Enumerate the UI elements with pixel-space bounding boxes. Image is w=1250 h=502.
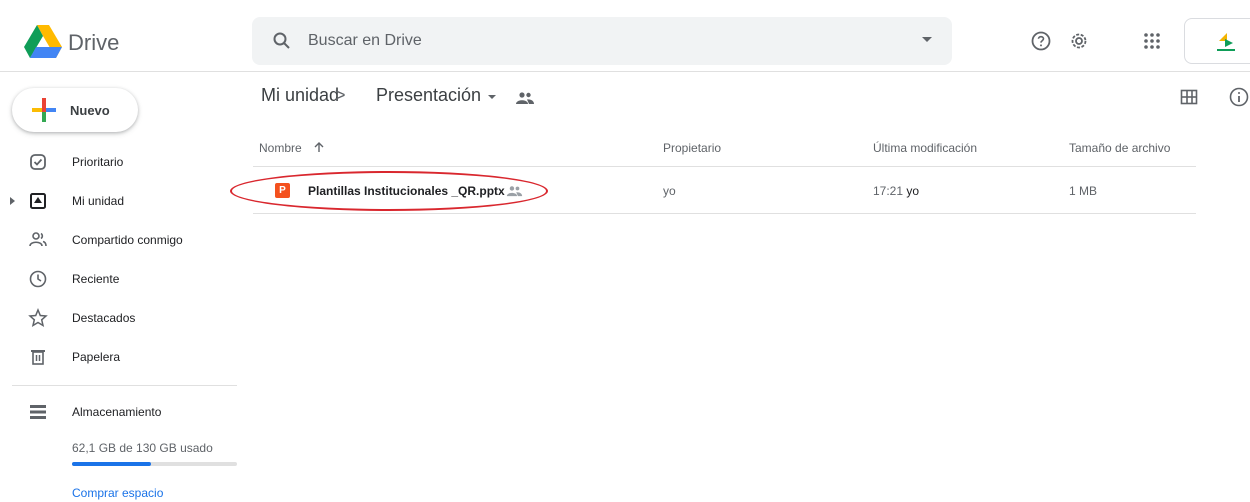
star-icon [28, 308, 48, 328]
sort-arrow-up-icon[interactable] [313, 141, 325, 153]
check-circle-icon [30, 154, 46, 170]
shared-folder-icon [516, 92, 534, 104]
sidebar-item-almacenamiento[interactable]: Almacenamiento [0, 396, 240, 428]
row-divider [253, 213, 1196, 214]
breadcrumb-current[interactable]: Presentación [376, 85, 481, 106]
settings-icon[interactable] [1068, 30, 1090, 52]
file-modified-by: yo [906, 184, 920, 198]
expand-arrow-icon[interactable] [10, 197, 15, 205]
breadcrumb-separator: > [335, 85, 346, 105]
file-size: 1 MB [1069, 184, 1098, 198]
search-box[interactable]: Buscar en Drive [252, 17, 952, 65]
help-icon[interactable] [1030, 30, 1052, 52]
sidebar-item-label: Destacados [72, 311, 136, 325]
organization-logo-icon [1217, 33, 1235, 51]
new-button[interactable]: Nuevo [12, 88, 138, 132]
file-modified: 17:21 yo [873, 184, 919, 198]
column-header-name[interactable]: Nombre [259, 141, 325, 155]
account-button[interactable] [1184, 18, 1250, 64]
column-header-name-label: Nombre [259, 141, 302, 155]
folder-menu-caret-icon[interactable] [488, 95, 496, 99]
column-header-owner[interactable]: Propietario [663, 141, 721, 155]
sidebar-item-label: Almacenamiento [72, 405, 162, 419]
column-header-modified[interactable]: Última modificación [873, 141, 977, 155]
breadcrumb-root[interactable]: Mi unidad [261, 85, 339, 106]
storage-icon [30, 405, 46, 419]
sidebar-item-label: Prioritario [72, 155, 124, 169]
top-bar: Drive Buscar en Drive [0, 0, 1250, 72]
search-input[interactable]: Buscar en Drive [308, 32, 422, 50]
drive-logo-icon[interactable] [24, 25, 62, 59]
storage-progress-bar [72, 462, 237, 466]
search-icon[interactable] [272, 31, 292, 51]
new-button-label: Nuevo [70, 103, 110, 118]
apps-icon[interactable] [1141, 30, 1163, 52]
info-icon[interactable] [1228, 86, 1250, 108]
buy-storage-link[interactable]: Comprar espacio [72, 486, 163, 500]
plus-icon [32, 98, 56, 122]
sidebar-item-compartido[interactable]: Compartido conmigo [0, 224, 240, 256]
brand-name[interactable]: Drive [68, 30, 119, 56]
search-options-icon[interactable] [922, 37, 932, 42]
grid-view-icon[interactable] [1180, 88, 1198, 106]
sidebar-divider [12, 385, 237, 386]
trash-icon [31, 350, 45, 365]
file-modified-time: 17:21 [873, 184, 904, 198]
sidebar-item-reciente[interactable]: Reciente [0, 263, 240, 295]
clock-icon [29, 270, 47, 288]
column-header-size[interactable]: Tamaño de archivo [1069, 141, 1170, 155]
file-owner: yo [663, 184, 676, 198]
sidebar-item-label: Papelera [72, 350, 121, 364]
storage-usage-text: 62,1 GB de 130 GB usado [72, 441, 213, 455]
sidebar-item-mi-unidad[interactable]: Mi unidad [0, 185, 240, 217]
sidebar-item-label: Reciente [72, 272, 120, 286]
sidebar-item-papelera[interactable]: Papelera [0, 341, 240, 373]
sidebar-item-label: Mi unidad [72, 194, 125, 208]
sidebar-item-label: Compartido conmigo [72, 233, 183, 247]
storage-progress-fill [72, 462, 151, 466]
sidebar-item-prioritario[interactable]: Prioritario [0, 146, 240, 178]
highlight-ellipse-annotation [230, 171, 548, 211]
drive-icon [30, 193, 46, 209]
sidebar-item-destacados[interactable]: Destacados [0, 302, 240, 334]
people-icon [29, 232, 47, 247]
